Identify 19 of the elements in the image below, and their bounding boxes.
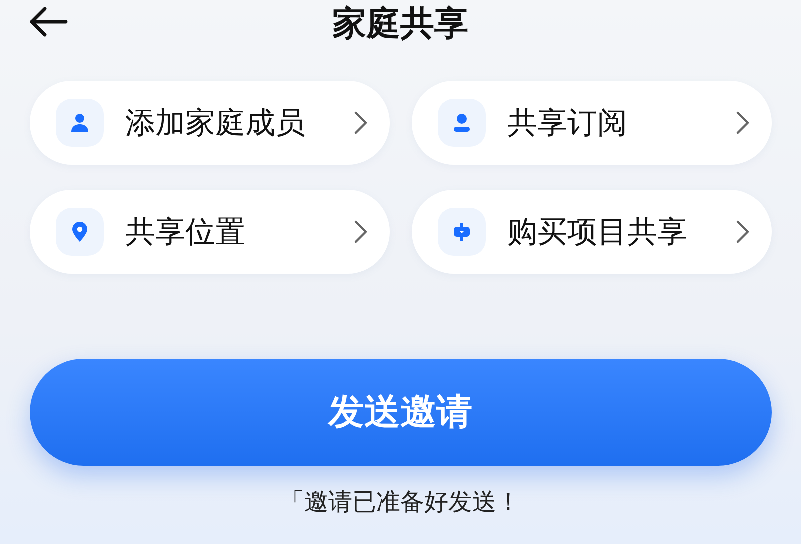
person-icon: [56, 99, 104, 147]
option-card[interactable]: 共享订阅: [412, 81, 772, 165]
option-label: 购买项目共享: [508, 214, 688, 252]
back-icon[interactable]: [28, 6, 68, 38]
option-label: 共享位置: [126, 214, 246, 252]
chevron-icon: [736, 220, 750, 244]
option-card[interactable]: 添加家庭成员: [30, 81, 390, 165]
chevron-icon: [354, 220, 368, 244]
person-icon: [438, 99, 486, 147]
chevron-icon: [354, 111, 368, 135]
location-pin-icon: [56, 208, 104, 256]
page-title: 家庭共享: [332, 3, 468, 46]
hint-text: 「邀请已准备好发送！: [280, 487, 520, 518]
option-card[interactable]: 共享位置: [30, 190, 390, 274]
chevron-icon: [736, 111, 750, 135]
option-label: 共享订阅: [508, 104, 628, 142]
option-label: 添加家庭成员: [126, 104, 306, 142]
send-invite-button[interactable]: 发送邀请: [30, 359, 772, 466]
option-card[interactable]: 购买项目共享: [412, 190, 772, 274]
